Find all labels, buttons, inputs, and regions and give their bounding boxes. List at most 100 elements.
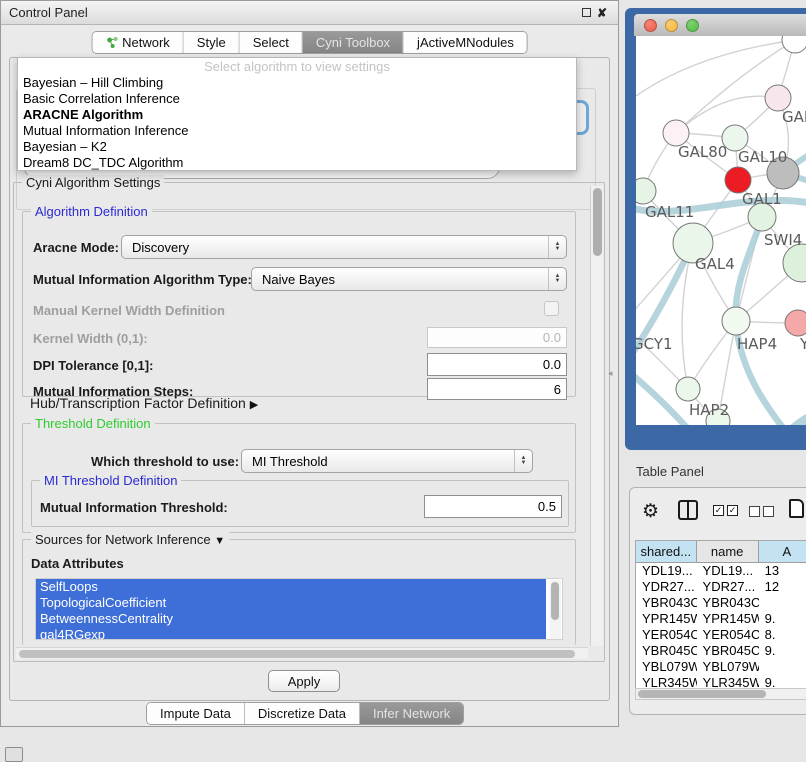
table-horizontal-scrollbar[interactable] xyxy=(635,688,806,700)
table-cell[interactable]: YLR345W xyxy=(636,675,697,688)
tab-style[interactable]: Style xyxy=(184,32,240,53)
settings-horizontal-scrollbar[interactable] xyxy=(16,647,588,659)
network-canvas[interactable]: GALGAL80GAL10GAL1GAL11SWI4GAL4GCY1HAP4YH… xyxy=(636,36,806,425)
network-node-y[interactable] xyxy=(785,310,806,336)
hub-factor-definition-label: Hub/Transcription Factor Definition xyxy=(30,395,246,411)
tab-jactivemnodules[interactable]: jActiveMNodules xyxy=(404,32,527,53)
algorithm-option[interactable]: Basic Correlation Inference xyxy=(18,91,576,107)
network-window-titlebar[interactable] xyxy=(634,14,806,36)
network-view-window[interactable]: GALGAL80GAL10GAL1GAL11SWI4GAL4GCY1HAP4YH… xyxy=(625,8,806,450)
table-cell[interactable]: YER054C xyxy=(697,627,759,643)
stepper-arrows-icon: ▲▼ xyxy=(514,450,532,472)
table-cell[interactable]: 9. xyxy=(759,675,806,688)
table-cell[interactable]: YDL19... xyxy=(697,563,759,579)
table-row[interactable]: YDR27...YDR27...12 xyxy=(636,579,806,595)
network-edge-thick[interactable] xyxy=(788,408,806,425)
table-cell[interactable]: YPR145W xyxy=(636,611,697,627)
table-row[interactable]: YBR045CYBR045C9. xyxy=(636,643,806,659)
network-node-hap4[interactable] xyxy=(722,307,750,335)
which-threshold-combobox[interactable]: MI Threshold ▲▼ xyxy=(241,449,533,473)
table-row[interactable]: YDL19...YDL19...13 xyxy=(636,563,806,579)
algorithm-definition-group: Algorithm Definition Aracne Mode: Discov… xyxy=(22,211,576,397)
disclosure-right-icon[interactable]: ▶ xyxy=(250,399,258,411)
network-node[interactable] xyxy=(782,36,806,53)
column-header-2[interactable]: name xyxy=(697,541,759,562)
table-cell[interactable]: YBR043C xyxy=(697,595,759,611)
deselect-all-icon[interactable] xyxy=(749,506,774,517)
mini-panel-icon[interactable] xyxy=(5,747,23,762)
table-cell[interactable]: 9. xyxy=(759,611,806,627)
tab-cyni-toolbox[interactable]: Cyni Toolbox xyxy=(303,32,404,53)
threshold-definition-group: Threshold Definition Which threshold to … xyxy=(22,423,576,533)
manual-kernel-width-checkbox[interactable] xyxy=(544,301,559,316)
table-cell[interactable]: YBL079W xyxy=(697,659,759,675)
node-label-gal11: GAL11 xyxy=(645,203,694,221)
disclosure-down-icon[interactable]: ▼ xyxy=(214,535,225,547)
table-cell[interactable]: YDL19... xyxy=(636,563,697,579)
table-cell[interactable]: YBR043C xyxy=(636,595,697,611)
kernel-width-field[interactable]: 0.0 xyxy=(427,327,567,348)
bottom-tab-impute-data[interactable]: Impute Data xyxy=(147,703,245,724)
mi-threshold-field[interactable]: 0.5 xyxy=(424,495,562,518)
attributes-scrollbar[interactable] xyxy=(550,580,561,640)
table-cell[interactable]: YER054C xyxy=(636,627,697,643)
table-row[interactable]: YBR043CYBR043C xyxy=(636,595,806,611)
mi-steps-field[interactable]: 6 xyxy=(427,378,567,400)
table-cell[interactable]: 12 xyxy=(759,579,806,595)
close-traffic-light-icon[interactable] xyxy=(644,19,657,32)
table-cell[interactable]: 13 xyxy=(759,563,806,579)
select-all-icon[interactable]: ✓✓ xyxy=(713,505,738,516)
table-cell[interactable] xyxy=(759,659,806,675)
algorithm-option[interactable]: Bayesian – Hill Climbing xyxy=(18,75,576,91)
settings-vertical-scrollbar[interactable] xyxy=(590,186,603,646)
table-row[interactable]: YLR345WYLR345W9. xyxy=(636,675,806,688)
attribute-list-item[interactable]: BetweennessCentrality xyxy=(36,611,546,627)
minimize-traffic-light-icon[interactable] xyxy=(665,19,678,32)
bottom-tab-discretize-data[interactable]: Discretize Data xyxy=(245,703,360,724)
table-row[interactable]: YBL079WYBL079W xyxy=(636,659,806,675)
table-cell[interactable]: 9. xyxy=(759,643,806,659)
algorithm-option[interactable]: ARACNE Algorithm xyxy=(18,107,576,123)
table-cell[interactable]: YLR345W xyxy=(697,675,759,688)
table-cell[interactable]: 8. xyxy=(759,627,806,643)
tab-network[interactable]: Network xyxy=(92,32,184,53)
file-icon[interactable] xyxy=(789,499,804,518)
table-cell[interactable]: YBR045C xyxy=(697,643,759,659)
table-cell[interactable]: YDR27... xyxy=(636,579,697,595)
splitter-handle[interactable]: ◂ xyxy=(608,368,613,379)
dpi-tolerance-field[interactable]: 0.0 xyxy=(427,353,567,376)
tab-select[interactable]: Select xyxy=(240,32,303,53)
table-panel: ⚙ ✓✓ shared...nameA YDL19...YDL19...13YD… xyxy=(629,487,806,715)
network-node-gal11[interactable] xyxy=(636,178,656,204)
maximize-traffic-light-icon[interactable] xyxy=(686,19,699,32)
sources-group-label: Sources for Network Inference xyxy=(35,532,211,547)
table-cell[interactable]: YBL079W xyxy=(636,659,697,675)
algorithm-option[interactable]: Mutual Information Inference xyxy=(18,123,576,139)
mi-algorithm-type-combobox[interactable]: Naive Bayes ▲▼ xyxy=(251,267,567,291)
split-columns-icon[interactable] xyxy=(678,500,698,520)
algorithm-option[interactable]: Bayesian – K2 xyxy=(18,139,576,155)
table-cell[interactable]: YPR145W xyxy=(697,611,759,627)
algorithm-option[interactable]: Dream8 DC_TDC Algorithm xyxy=(18,155,576,171)
table-cell[interactable] xyxy=(759,595,806,611)
attribute-list-item[interactable]: gal4RGexp xyxy=(36,627,546,640)
float-window-icon[interactable] xyxy=(578,6,594,20)
attribute-list-item[interactable]: SelfLoops xyxy=(36,579,546,595)
mi-threshold-definition-title: MI Threshold Definition xyxy=(40,473,181,488)
attribute-list-item[interactable]: TopologicalCoefficient xyxy=(36,595,546,611)
mi-algorithm-type-label: Mutual Information Algorithm Type: xyxy=(33,272,252,287)
network-node-hap2[interactable] xyxy=(676,377,700,401)
column-header-3[interactable]: A xyxy=(759,541,806,562)
table-row[interactable]: YPR145WYPR145W9. xyxy=(636,611,806,627)
table-row[interactable]: YER054CYER054C8. xyxy=(636,627,806,643)
table-cell[interactable]: YDR27... xyxy=(697,579,759,595)
table-cell[interactable]: YBR045C xyxy=(636,643,697,659)
column-header-1[interactable]: shared... xyxy=(636,541,697,562)
bottom-tab-infer-network[interactable]: Infer Network xyxy=(360,703,463,724)
hub-factor-definition-header[interactable]: Hub/Transcription Factor Definition ▶ xyxy=(30,395,258,411)
aracne-mode-combobox[interactable]: Discovery ▲▼ xyxy=(121,235,567,259)
apply-button[interactable]: Apply xyxy=(268,670,340,692)
settings-gear-icon[interactable]: ⚙ xyxy=(642,500,659,523)
close-window-icon[interactable]: ✘ xyxy=(594,6,610,20)
stepper-arrows-icon: ▲▼ xyxy=(548,268,566,290)
